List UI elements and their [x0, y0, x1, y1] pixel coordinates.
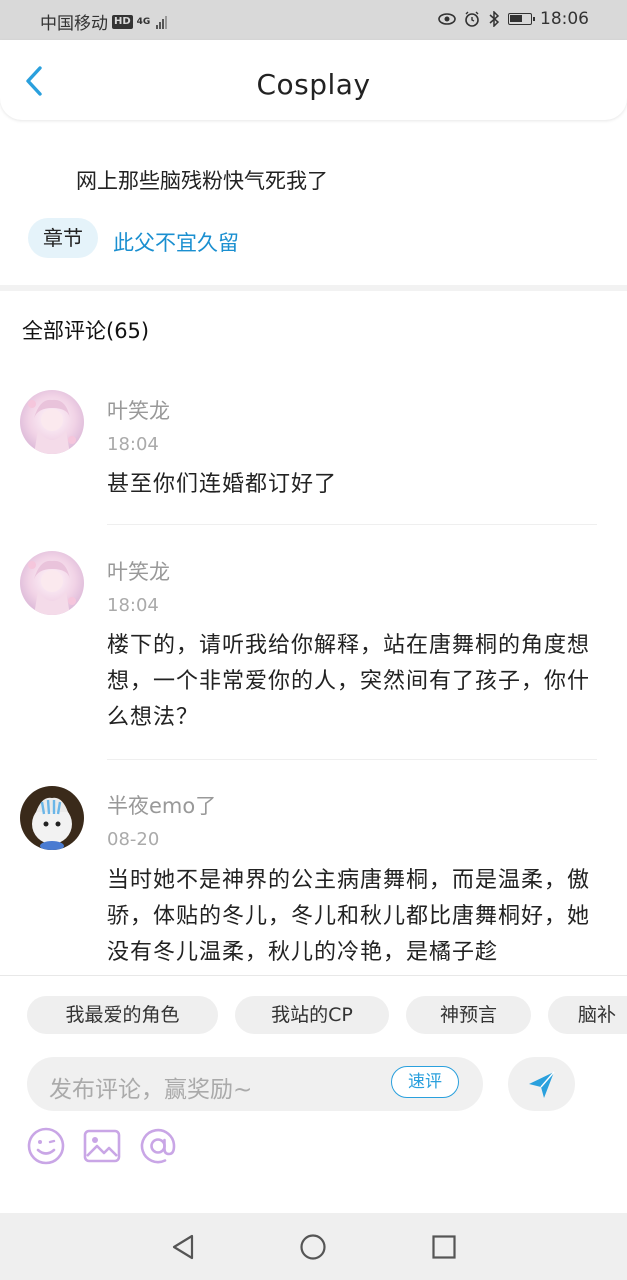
home-circle-icon[interactable]: [299, 1233, 327, 1261]
recents-square-icon[interactable]: [431, 1234, 457, 1260]
comment-author[interactable]: 叶笑龙: [107, 395, 170, 425]
send-icon: [529, 1071, 555, 1098]
alarm-icon: [465, 11, 479, 27]
battery-icon: [508, 13, 535, 25]
comment-input[interactable]: 发布评论，赢奖励~ 速评: [27, 1057, 483, 1111]
comment-separator: [107, 524, 597, 525]
comment-separator: [107, 759, 597, 760]
emoji-icon[interactable]: [26, 1126, 66, 1166]
back-triangle-icon[interactable]: [170, 1233, 196, 1261]
chapter-link[interactable]: 此父不宜久留: [113, 227, 239, 257]
avatar[interactable]: [20, 786, 84, 850]
carrier-label: 中国移动: [40, 14, 108, 34]
comment-text: 甚至你们连婚都订好了: [107, 472, 338, 497]
quick-review-button[interactable]: 速评: [391, 1066, 459, 1098]
signal-icon: [156, 15, 168, 29]
status-right: 18:06: [438, 9, 589, 29]
hd-badge: HD: [112, 14, 133, 29]
avatar[interactable]: [20, 390, 84, 454]
send-button[interactable]: [508, 1057, 575, 1111]
status-left: 中国移动 HD 4G: [40, 9, 168, 34]
comment-text: 楼下的，请听我给你解释，站在唐舞桐的角度想想，一个非常爱你的人，突然间有了孩子，…: [107, 633, 591, 730]
post-content: 网上那些脑残粉快气死我了: [76, 169, 328, 193]
clock: 18:06: [540, 9, 589, 29]
image-icon[interactable]: [82, 1126, 122, 1166]
comments-count-title: 全部评论(65): [22, 319, 150, 343]
quick-tag-chip[interactable]: 神预言: [406, 996, 531, 1034]
avatar[interactable]: [20, 551, 84, 615]
comment-time: 18:04: [107, 434, 159, 455]
comment-input-placeholder: 发布评论，赢奖励~: [49, 1077, 253, 1103]
comment-time: 18:04: [107, 595, 159, 616]
eye-icon: [438, 13, 456, 25]
mention-icon[interactable]: [138, 1126, 178, 1166]
top-nav-header: Cosplay: [0, 40, 627, 120]
comment-text: 当时她不是神界的公主病唐舞桐，而是温柔，傲骄，体贴的冬儿，冬儿和秋儿都比唐舞桐好…: [107, 868, 591, 965]
status-bar: 中国移动 HD 4G 18:06: [0, 0, 627, 40]
comment-time: 08-20: [107, 829, 160, 850]
comment-author[interactable]: 半夜emo了: [107, 790, 216, 820]
comment-composer: 我最爱的角色 我站的CP 神预言 脑补 发布评论，赢奖励~ 速评: [0, 975, 627, 1214]
quick-tag-chip[interactable]: 我站的CP: [235, 996, 389, 1034]
comment-author[interactable]: 叶笑龙: [107, 556, 170, 586]
chapter-badge: 章节: [28, 218, 98, 258]
system-nav-bar: [0, 1213, 627, 1280]
section-divider: [0, 285, 627, 291]
network-label: 4G: [136, 16, 151, 27]
bluetooth-icon: [489, 11, 500, 27]
quick-tag-chip[interactable]: 我最爱的角色: [27, 996, 218, 1034]
page-title: Cosplay: [256, 68, 371, 101]
quick-tag-chip[interactable]: 脑补: [548, 996, 627, 1034]
